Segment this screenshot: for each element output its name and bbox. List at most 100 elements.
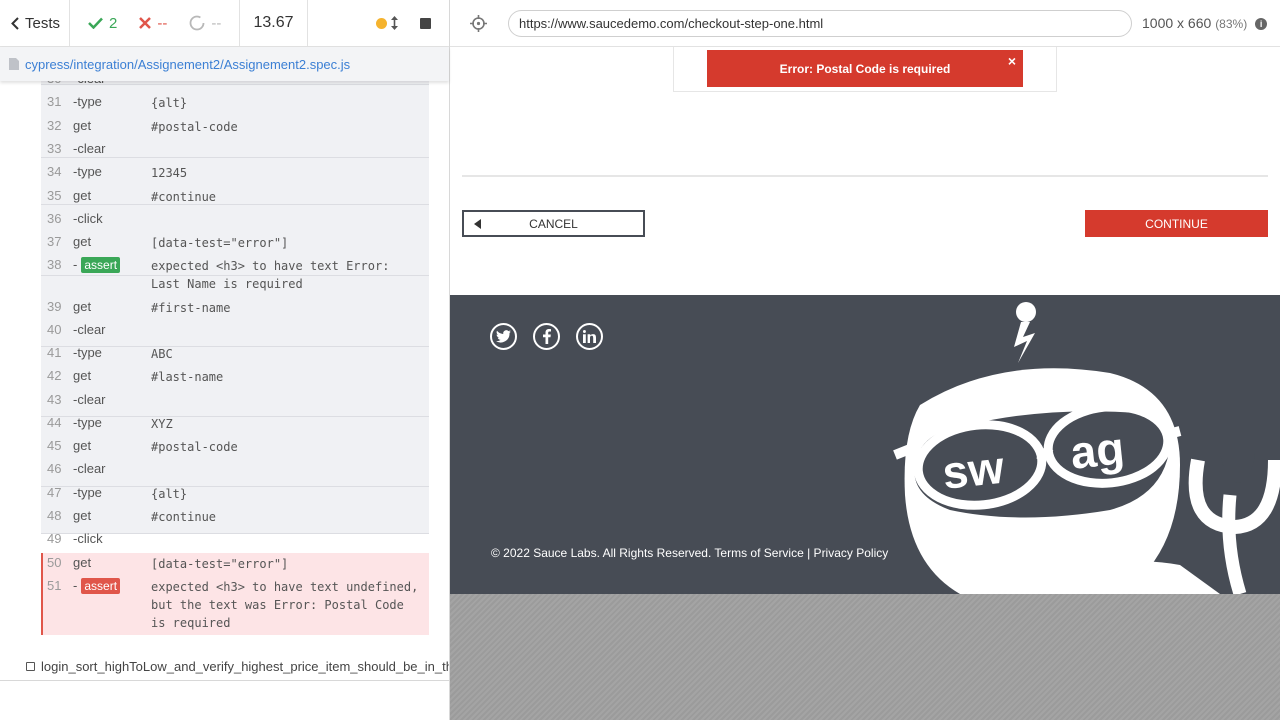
divider [462, 175, 1268, 177]
command-name: -type [73, 485, 102, 500]
command-number: 38 [47, 257, 62, 272]
viewport-scale: (83%) [1215, 17, 1248, 31]
command-name: get [73, 555, 92, 570]
app-under-test: Error: Postal Code is required × CANCEL … [450, 47, 1280, 720]
command-name: get [73, 438, 92, 453]
command-message: {alt} [151, 487, 188, 501]
command-message: #postal-code [151, 120, 238, 134]
viewport-info: 1000 x 660 (83%) i [1142, 15, 1268, 31]
command-number: 39 [47, 299, 62, 314]
command-number: 51 [47, 578, 62, 593]
cancel-label: CANCEL [529, 216, 578, 231]
command-number: 48 [47, 508, 62, 523]
tests-label: Tests [25, 14, 61, 32]
file-icon [9, 58, 19, 70]
url-field[interactable]: https://www.saucedemo.com/checkout-step-… [508, 10, 1132, 37]
command-log: 30-clear31-type{alt}32get#postal-code33-… [41, 81, 429, 635]
command-name: -clear [73, 322, 106, 337]
command-number: 40 [47, 322, 62, 337]
reporter-header: Tests 2 -- -- 13.67 [0, 0, 449, 47]
reporter-panel: Tests 2 -- -- 13.67 cypress/integration/… [0, 0, 450, 720]
command-message: expected <h3> to have text Error: Last N… [151, 259, 390, 291]
divider [0, 680, 449, 681]
viewport-size: 1000 x 660 [1142, 15, 1212, 31]
command-name: -type [73, 164, 102, 179]
error-text: Error: Postal Code is required [779, 61, 951, 76]
command-number: 49 [47, 531, 62, 546]
stop-icon[interactable] [420, 17, 431, 29]
command-name: - assert [73, 578, 121, 594]
linkedin-icon[interactable] [576, 323, 603, 350]
command-message: [data-test="error"] [151, 236, 289, 250]
failed-stat: -- [139, 15, 167, 32]
command-number: 42 [47, 368, 62, 383]
command-number: 37 [47, 234, 62, 249]
pending-stat: -- [189, 15, 221, 32]
facebook-icon[interactable] [533, 323, 560, 350]
error-close-icon[interactable]: × [1008, 53, 1016, 69]
command-message: #continue [151, 510, 217, 524]
copyright-text: © 2022 Sauce Labs. All Rights Reserved. … [491, 546, 889, 560]
test-stats: 2 -- -- [70, 0, 240, 47]
command-name: get [73, 234, 92, 249]
command-name: -type [73, 94, 102, 109]
command-number: 35 [47, 188, 62, 203]
command-number: 47 [47, 485, 62, 500]
robot-text-sw: sw [940, 441, 1007, 499]
command-name: -clear [73, 141, 106, 156]
selector-playground-icon[interactable] [470, 15, 487, 32]
command-number: 41 [47, 345, 62, 360]
runner-controls [308, 0, 449, 47]
x-icon [139, 17, 152, 29]
command-number: 34 [47, 164, 62, 179]
command-number: 45 [47, 438, 62, 453]
command-name: - assert [73, 257, 121, 273]
chevron-left-icon [11, 16, 19, 30]
aut-header: https://www.saucedemo.com/checkout-step-… [450, 0, 1280, 47]
check-icon [88, 17, 103, 29]
command-name: get [73, 188, 92, 203]
duration: 13.67 [240, 0, 308, 47]
command-name: -type [73, 345, 102, 360]
command-number: 50 [47, 555, 62, 570]
passed-stat: 2 [88, 15, 117, 32]
command-message: [data-test="error"] [151, 557, 289, 571]
failed-count: -- [157, 14, 168, 32]
continue-label: CONTINUE [1145, 216, 1208, 231]
cypress-runner: Tests 2 -- -- 13.67 cypress/integration/… [0, 0, 1280, 720]
command-name: -click [73, 531, 103, 546]
command-name: get [73, 368, 92, 383]
command-number: 30 [47, 81, 61, 86]
command-message: #continue [151, 190, 217, 204]
error-message: Error: Postal Code is required × [707, 50, 1023, 87]
cancel-button[interactable]: CANCEL [462, 210, 645, 237]
command-message: #first-name [151, 301, 231, 315]
robot-text-ag: ag [1068, 421, 1127, 478]
pending-count: -- [211, 14, 222, 32]
command-name: -clear [73, 81, 106, 86]
info-icon[interactable]: i [1255, 18, 1268, 30]
viewport-background [450, 594, 1280, 720]
command-name: -clear [73, 392, 106, 407]
command-number: 32 [47, 118, 62, 133]
resize-arrows-icon [391, 16, 398, 30]
command-message: XYZ [151, 417, 173, 431]
next-test-item[interactable]: login_sort_highToLow_and_verify_highest_… [26, 656, 449, 676]
command-number: 43 [47, 392, 62, 407]
tests-back-button[interactable]: Tests [0, 0, 70, 47]
command-message: #postal-code [151, 440, 238, 454]
assert-badge: assert [81, 257, 121, 273]
twitter-icon[interactable] [490, 323, 517, 350]
command-number: 31 [47, 94, 62, 109]
command-name: -clear [73, 461, 106, 476]
status-dot-icon[interactable] [376, 16, 398, 30]
command-message: 12345 [151, 166, 188, 180]
spec-file-bar: cypress/integration/Assignement2/Assigne… [0, 47, 449, 81]
spec-path-link[interactable]: cypress/integration/Assignement2/Assigne… [25, 57, 350, 72]
arrow-left-icon [474, 219, 481, 229]
command-message: expected <h3> to have text undefined, bu… [151, 580, 419, 630]
command-number: 44 [47, 415, 62, 430]
continue-button[interactable]: CONTINUE [1085, 210, 1268, 237]
command-name: get [73, 299, 92, 314]
command-name: get [73, 118, 92, 133]
